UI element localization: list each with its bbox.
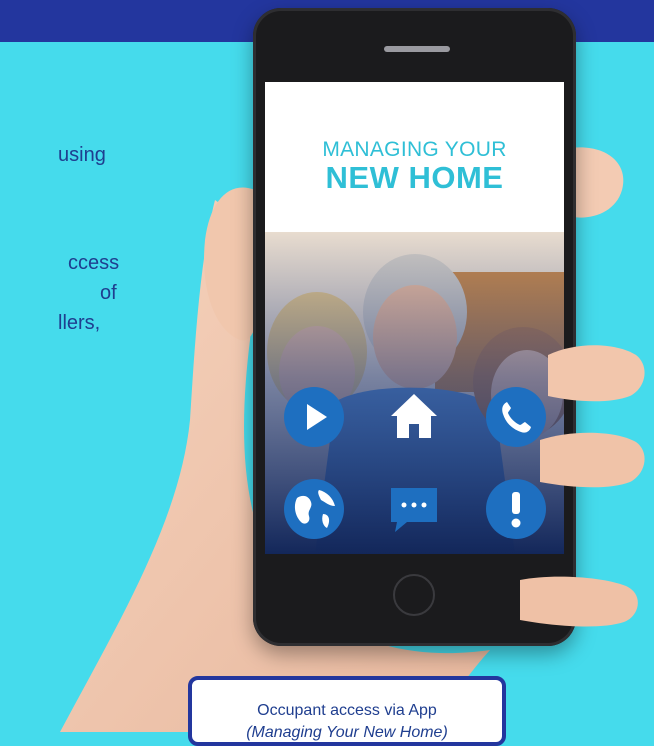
caption-line-1: Occupant access via App: [257, 702, 437, 719]
caption-line-2: (Managing Your New Home): [246, 724, 448, 741]
fingers-illustration: [520, 345, 645, 627]
caption-box: Occupant access via App (Managing Your N…: [188, 676, 506, 746]
